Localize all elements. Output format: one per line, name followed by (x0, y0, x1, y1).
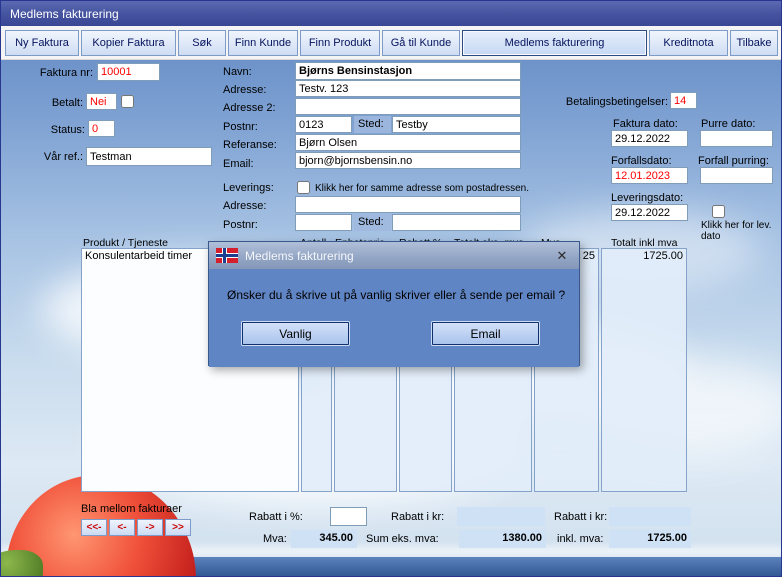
title-bar: Medlems fakturering (1, 1, 781, 26)
toolbar: Ny Faktura Kopier Faktura Søk Finn Kunde… (1, 26, 781, 60)
toolbar-button-finn-produkt[interactable]: Finn Produkt (300, 30, 380, 56)
adresse-input[interactable] (295, 80, 521, 97)
leverings-label: Leverings: (223, 182, 274, 194)
betalt-input[interactable] (86, 93, 117, 110)
referanse-input[interactable] (295, 134, 521, 151)
toolbar-button-medlems-fakturering[interactable]: Medlems fakturering (462, 30, 647, 56)
delivery-sted-label: Sted: (354, 214, 391, 231)
mva-sum-value: 345.00 (291, 530, 357, 548)
leaf-photo (1, 550, 43, 576)
rabatt-kr-field-1 (457, 507, 545, 526)
rabatt-kr-field-2 (609, 507, 691, 526)
referanse-label: Referanse: (223, 139, 277, 151)
betalt-checkbox[interactable] (121, 95, 134, 108)
status-input[interactable] (88, 120, 115, 137)
toolbar-button-finn-kunde[interactable]: Finn Kunde (228, 30, 298, 56)
status-label: Status: (50, 124, 85, 136)
sum-eks-mva-label: Sum eks. mva: (366, 533, 439, 545)
sum-eks-mva-value: 1380.00 (459, 530, 546, 548)
app-window: Medlems fakturering Ny Faktura Kopier Fa… (0, 0, 782, 577)
toolbar-button-ny-faktura[interactable]: Ny Faktura (5, 30, 79, 56)
delivery-adresse-label: Adresse: (223, 200, 267, 212)
delivery-sted-input[interactable] (392, 214, 521, 231)
nav-first-button[interactable]: <<- (81, 519, 107, 536)
email-label: Email: (223, 158, 254, 170)
lev-dato-checkbox[interactable] (712, 205, 725, 218)
var-ref-label: Vår ref.: (43, 151, 83, 163)
forfallsdato-label: Forfallsdato: (611, 155, 672, 167)
rabatt-pct-input[interactable] (330, 507, 367, 526)
dialog-body: Ønsker du å skrive ut på vanlig skriver … (209, 269, 579, 367)
forfall-purring-input[interactable] (700, 167, 773, 184)
toolbar-button-kopier-faktura[interactable]: Kopier Faktura (81, 30, 176, 56)
dialog-title: Medlems fakturering (245, 248, 354, 263)
lev-dato-checkbox-text: Klikk her for lev. dato (701, 220, 772, 242)
nav-prev-button[interactable]: <- (109, 519, 135, 536)
betalt-label: Betalt: (51, 97, 83, 109)
close-icon[interactable]: ✕ (553, 248, 571, 264)
email-button[interactable]: Email (432, 322, 539, 345)
faktura-nr-label: Faktura nr: (39, 67, 93, 79)
purre-dato-label: Purre dato: (701, 118, 756, 130)
navn-label: Navn: (223, 66, 252, 78)
window-title: Medlems fakturering (10, 6, 119, 21)
toolbar-button-ga-til-kunde[interactable]: Gå til Kunde (382, 30, 460, 56)
faktura-nr-input[interactable] (97, 63, 160, 81)
nav-last-button[interactable]: >> (165, 519, 191, 536)
adresse-label: Adresse: (223, 84, 267, 96)
forfall-purring-label: Forfall purring: (698, 155, 769, 167)
postnr-label: Postnr: (223, 121, 258, 133)
same-address-checkbox[interactable] (297, 181, 310, 194)
same-address-text: Klikk her for samme adresse som postadre… (315, 183, 529, 194)
faktura-dato-input[interactable] (611, 130, 688, 147)
toolbar-button-kreditnota[interactable]: Kreditnota (649, 30, 728, 56)
forfallsdato-input[interactable] (611, 167, 688, 184)
rabatt-pct-label: Rabatt i %: (249, 511, 303, 523)
inkl-mva-label: inkl. mva: (557, 533, 604, 545)
norwegian-flag-icon (216, 248, 238, 263)
postnr-input[interactable] (295, 116, 352, 133)
print-dialog: Medlems fakturering ✕ Ønsker du å skrive… (208, 241, 580, 367)
mva-sum-label: Mva: (263, 533, 287, 545)
browse-invoices-label: Bla mellom fakturaer (81, 503, 182, 515)
purre-dato-input[interactable] (700, 130, 773, 147)
toolbar-button-sok[interactable]: Søk (178, 30, 226, 56)
leveringsdato-input[interactable] (611, 204, 688, 221)
betalingsbetingelser-input[interactable] (670, 92, 697, 109)
vanlig-button[interactable]: Vanlig (242, 322, 349, 345)
navn-input[interactable] (295, 62, 521, 80)
inkl-mva-value: 1725.00 (609, 530, 691, 548)
rabatt-kr-label-2: Rabatt i kr: (554, 511, 608, 523)
adresse2-label: Adresse 2: (223, 102, 276, 114)
email-input[interactable] (295, 152, 521, 169)
dialog-title-bar: Medlems fakturering ✕ (209, 242, 579, 269)
delivery-postnr-label: Postnr: (223, 219, 258, 231)
betalingsbetingelser-label: Betalingsbetingelser: (565, 96, 668, 108)
leveringsdato-label: Leveringsdato: (611, 192, 684, 204)
var-ref-input[interactable] (86, 147, 212, 166)
adresse2-input[interactable] (295, 98, 521, 115)
sted-label: Sted: (354, 116, 391, 133)
nav-next-button[interactable]: -> (137, 519, 163, 536)
delivery-postnr-input[interactable] (295, 214, 352, 231)
sted-input[interactable] (392, 116, 521, 133)
toolbar-button-tilbake[interactable]: Tilbake (730, 30, 778, 56)
totalt-inkl-mva-column[interactable]: 1725.00 (601, 248, 687, 492)
totalt-inkl-mva-cell[interactable]: 1725.00 (602, 249, 686, 264)
faktura-dato-label: Faktura dato: (613, 118, 678, 130)
rabatt-kr-label-1: Rabatt i kr: (391, 511, 445, 523)
delivery-adresse-input[interactable] (295, 196, 521, 213)
dialog-message: Ønsker du å skrive ut på vanlig skriver … (227, 288, 566, 302)
